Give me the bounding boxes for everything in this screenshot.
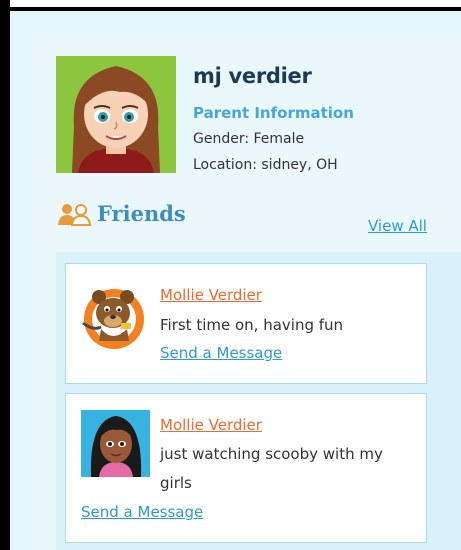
send-message-link[interactable]: Send a Message bbox=[81, 503, 203, 521]
top-white-strip bbox=[10, 0, 461, 7]
friends-heading: Friends bbox=[97, 201, 186, 226]
bear-avatar-icon[interactable] bbox=[81, 283, 147, 351]
girl-avatar-icon bbox=[56, 56, 176, 173]
profile-gender: Gender: Female bbox=[193, 131, 305, 147]
friend-name-link[interactable]: Mollie Verdier bbox=[160, 286, 262, 304]
profile-username: mj verdier bbox=[193, 64, 312, 88]
send-message-link[interactable]: Send a Message bbox=[160, 344, 282, 362]
parent-information-link[interactable]: Parent Information bbox=[193, 104, 354, 122]
profile-location: Location: sidney, OH bbox=[193, 157, 338, 173]
friend-status: just watching scooby with my girls bbox=[160, 445, 383, 492]
friend-name-link[interactable]: Mollie Verdier bbox=[160, 416, 262, 434]
view-all-friends-link[interactable]: View All bbox=[368, 217, 427, 235]
profile-avatar bbox=[56, 56, 176, 173]
friend-status: First time on, having fun bbox=[160, 316, 344, 334]
window-frame-left bbox=[0, 0, 10, 550]
friends-icon bbox=[57, 203, 95, 227]
window-frame-top bbox=[0, 7, 461, 11]
girl-avatar-icon[interactable] bbox=[81, 410, 150, 477]
